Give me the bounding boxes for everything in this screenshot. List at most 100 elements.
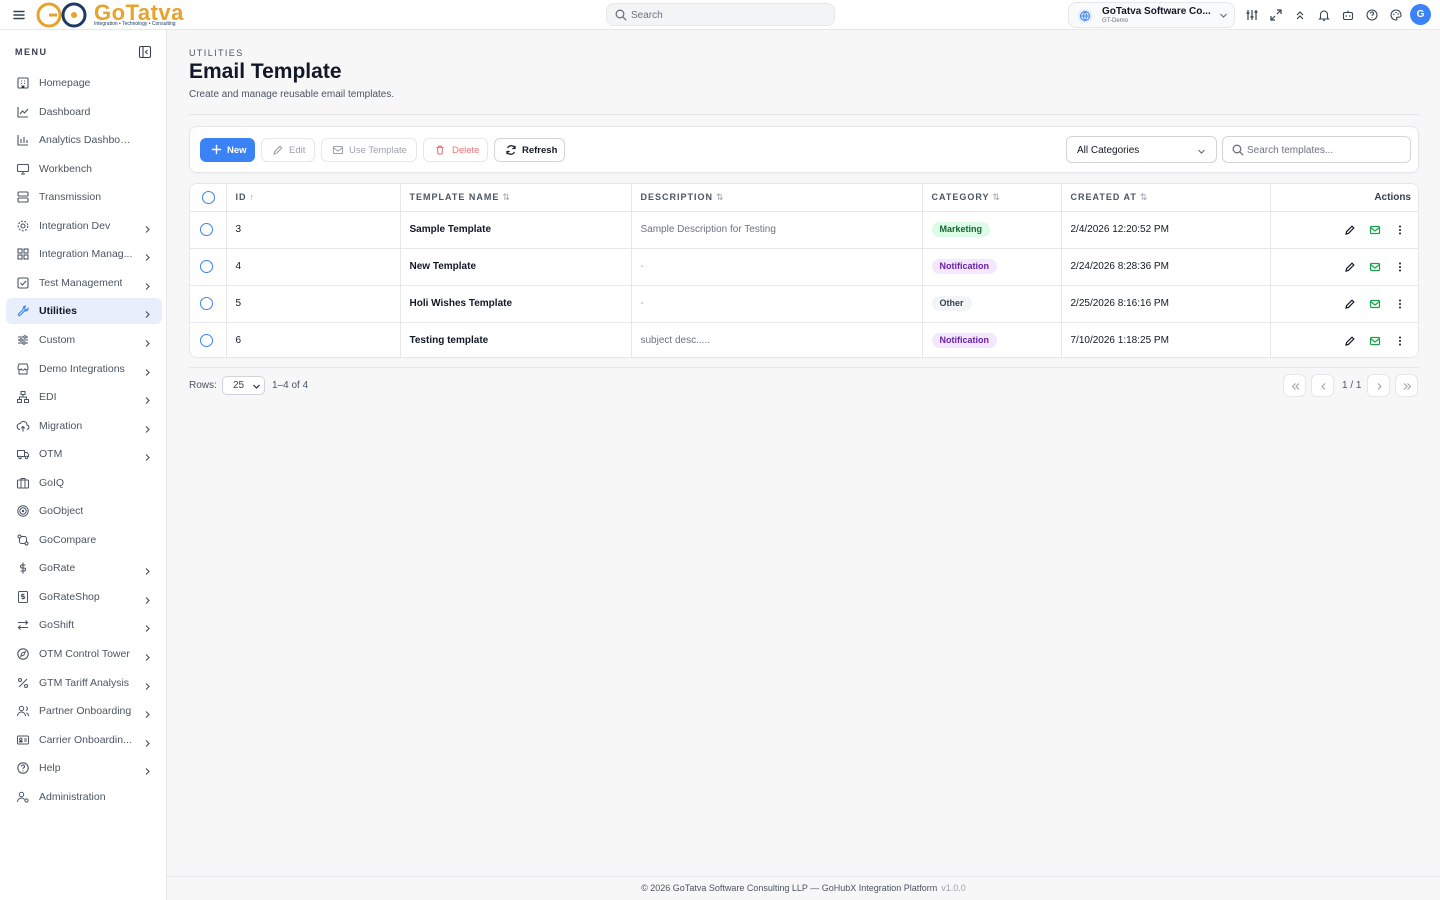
edit-row-icon[interactable] <box>1344 335 1356 347</box>
sidebar-item-homepage[interactable]: Homepage <box>6 70 162 96</box>
first-page-button[interactable] <box>1283 374 1306 397</box>
sidebar-collapse-icon[interactable] <box>138 45 152 59</box>
organization-selector[interactable]: GoTatva Software Co... GT-Demo <box>1068 2 1235 28</box>
column-header-actions: Actions <box>1270 184 1418 212</box>
more-options-icon[interactable] <box>1394 335 1406 347</box>
sidebar-item-gorate[interactable]: GoRate <box>6 555 162 581</box>
help-icon[interactable] <box>1365 8 1379 22</box>
sidebar-item-test-management[interactable]: Test Management <box>6 270 162 296</box>
table-row[interactable]: 3 Sample Template Sample Description for T… <box>190 211 1418 249</box>
send-email-icon[interactable] <box>1369 335 1381 347</box>
sidebar-item-analytics-dashboard[interactable]: Analytics Dashboard <box>6 127 162 153</box>
send-email-icon[interactable] <box>1369 224 1381 236</box>
global-search[interactable] <box>606 3 835 26</box>
cell-category: Notification <box>922 322 1062 357</box>
row-checkbox[interactable] <box>200 297 213 310</box>
bot-icon[interactable] <box>1341 8 1355 22</box>
search-icon <box>615 9 627 21</box>
fullscreen-icon[interactable] <box>1269 8 1283 22</box>
sidebar-item-label: Administration <box>39 790 106 803</box>
row-checkbox[interactable] <box>200 260 213 273</box>
template-search[interactable] <box>1222 136 1411 163</box>
rows-per-page-select[interactable]: 25 <box>222 376 265 395</box>
row-select-cell <box>190 285 227 323</box>
sidebar-item-edi[interactable]: EDI <box>6 384 162 410</box>
more-options-icon[interactable] <box>1394 224 1406 236</box>
refresh-button[interactable]: Refresh <box>494 138 565 162</box>
edit-button[interactable]: Edit <box>261 138 315 162</box>
next-page-button[interactable] <box>1367 374 1390 397</box>
sidebar-item-transmission[interactable]: Transmission <box>6 184 162 210</box>
table-row[interactable]: 6 Testing template subject desc..... Notifi… <box>190 322 1418 357</box>
chevron-down-icon <box>253 384 260 389</box>
palette-icon[interactable] <box>1389 8 1403 22</box>
edit-row-icon[interactable] <box>1344 261 1356 273</box>
sidebar-item-integration-dev[interactable]: Integration Dev <box>6 213 162 239</box>
hamburger-menu-icon[interactable] <box>12 8 26 22</box>
sidebar-item-demo-integrations[interactable]: Demo Integrations <box>6 356 162 382</box>
sidebar-item-dashboard[interactable]: Dashboard <box>6 99 162 125</box>
table-row[interactable]: 5 Holi Wishes Template - Other 2/25/2026 8:1… <box>190 285 1418 323</box>
delete-button[interactable]: Delete <box>423 138 488 162</box>
sidebar-item-goiq[interactable]: GoIQ <box>6 470 162 496</box>
sidebar-item-label: Custom <box>39 333 76 346</box>
sidebar-item-workbench[interactable]: Workbench <box>6 156 162 182</box>
pagination-divider <box>189 367 1419 368</box>
sidebar-item-goshift[interactable]: GoShift <box>6 612 162 638</box>
header-divider <box>189 114 1419 115</box>
sidebar-item-goobject[interactable]: GoObject <box>6 498 162 524</box>
user-avatar[interactable]: G <box>1410 4 1431 25</box>
select-all-checkbox[interactable] <box>202 190 215 204</box>
page-title: Email Template <box>189 60 342 83</box>
row-checkbox[interactable] <box>200 334 213 348</box>
more-options-icon[interactable] <box>1394 261 1406 273</box>
sidebar-item-gocompare[interactable]: GoCompare <box>6 527 162 553</box>
chevron-right-icon <box>143 592 152 610</box>
sidebar-item-otm-control-tower[interactable]: OTM Control Tower <box>6 641 162 667</box>
sidebar-item-integration-manag[interactable]: Integration Manag... <box>6 241 162 267</box>
truck-icon <box>16 447 30 461</box>
column-header-description[interactable]: DESCRIPTION ⇅ <box>631 184 923 212</box>
collapse-up-icon[interactable] <box>1293 8 1307 22</box>
column-header-template-name[interactable]: TEMPLATE NAME ⇅ <box>400 184 632 212</box>
new-button[interactable]: New <box>200 138 255 162</box>
column-header-created-at[interactable]: CREATED AT ⇅ <box>1061 184 1271 212</box>
category-dropdown[interactable]: All Categories <box>1066 136 1217 163</box>
row-checkbox[interactable] <box>200 223 213 236</box>
sidebar-item-custom[interactable]: Custom <box>6 327 162 353</box>
template-search-input[interactable] <box>1247 142 1405 158</box>
category-dropdown-value: All Categories <box>1077 145 1140 156</box>
edit-row-icon[interactable] <box>1344 224 1356 236</box>
sidebar-item-migration[interactable]: Migration <box>6 413 162 439</box>
chevron-right-icon <box>143 392 152 410</box>
column-header-category[interactable]: CATEGORY ⇅ <box>922 184 1062 212</box>
sidebar-item-partner-onboarding[interactable]: Partner Onboarding <box>6 698 162 724</box>
table-row[interactable]: 4 New Template - Notification 2/24/2026 8:28… <box>190 248 1418 286</box>
sidebar-item-label: GoRate <box>39 562 76 575</box>
more-options-icon[interactable] <box>1394 298 1406 310</box>
sidebar-item-otm[interactable]: OTM <box>6 441 162 467</box>
bell-icon[interactable] <box>1317 8 1331 22</box>
send-email-icon[interactable] <box>1369 298 1381 310</box>
sort-icon: ⇅ <box>1139 191 1148 202</box>
column-header-id[interactable]: ID ↑ <box>226 184 401 212</box>
global-search-input[interactable] <box>631 7 826 23</box>
sidebar-item-gorateshop[interactable]: GoRateShop <box>6 584 162 610</box>
gotatva-logo[interactable]: GoTatva Integration • Technology • Consu… <box>34 0 194 30</box>
sidebar-item-gtm-tariff-analysis[interactable]: GTM Tariff Analysis <box>6 670 162 696</box>
sidebar-item-administration[interactable]: Administration <box>6 784 162 810</box>
cell-actions <box>1270 211 1418 249</box>
sidebar-item-utilities[interactable]: Utilities <box>6 298 162 325</box>
previous-page-button[interactable] <box>1311 374 1334 397</box>
organization-code: GT-Demo <box>1102 18 1129 24</box>
edit-row-icon[interactable] <box>1344 298 1356 310</box>
last-page-button[interactable] <box>1395 374 1418 397</box>
use-template-button[interactable]: Use Template <box>321 138 417 162</box>
menu-label: MENU <box>15 47 48 57</box>
sidebar-item-help[interactable]: Help <box>6 755 162 781</box>
sidebar-item-carrier-onboardin[interactable]: Carrier Onboardin... <box>6 727 162 753</box>
settings-sliders-icon[interactable] <box>1245 8 1259 22</box>
arrows-swap-icon <box>16 618 30 632</box>
send-email-icon[interactable] <box>1369 261 1381 273</box>
wrench-icon <box>16 304 30 318</box>
